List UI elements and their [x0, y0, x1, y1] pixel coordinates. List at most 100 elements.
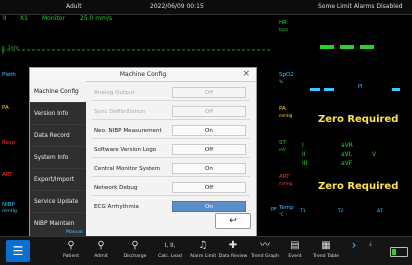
toolbar-calc-lead[interactable]: I, II, Calc. Lead	[154, 237, 186, 265]
art-param-unit: mmHg	[279, 181, 293, 186]
chevron-right-icon: ›	[351, 238, 357, 252]
toolbar-data-review-label: Data Review	[218, 254, 248, 259]
pleth-label[interactable]: Pleth	[2, 72, 16, 78]
software-version-logo-label: Software Version Logo	[94, 147, 157, 153]
st-lead-avr: aVR	[341, 142, 353, 149]
bell-icon: ♫	[198, 240, 208, 251]
battery-icon	[390, 247, 408, 257]
row-central-monitor: Central Monitor System On	[92, 162, 250, 177]
pa-param-unit: mmHg	[279, 113, 293, 118]
toolbar-next[interactable]: ›	[346, 237, 362, 265]
temp-unit: °C	[279, 212, 284, 217]
sidebar-item-data-record[interactable]: Data Record	[30, 125, 86, 147]
pi-label: PI	[358, 84, 363, 90]
back-arrow-icon: ↩	[229, 216, 237, 226]
t1-label: T1	[300, 209, 306, 214]
pf-label: PF	[271, 207, 277, 213]
st-lead-avl: aVL	[341, 151, 353, 158]
hr-value-placeholder	[320, 45, 374, 49]
manual-label: Manual	[66, 230, 83, 235]
pa-zero-required: Zero Required	[318, 114, 399, 125]
machine-config-dialog: Machine Config × Machine Config Version …	[29, 67, 257, 237]
toolbar-admit[interactable]: ⚲ Admit	[86, 237, 116, 265]
table-icon: ▦	[321, 240, 331, 251]
row-sync-defibrillation: Sync Defibrillation Off	[92, 105, 250, 120]
plus-icon: ✚	[228, 240, 238, 251]
row-analog-output: Analog Output Off	[92, 86, 250, 101]
st-lead-avf: aVF	[341, 160, 353, 167]
event-icon: ▤	[290, 240, 300, 251]
nibp-label[interactable]: NIBP	[2, 202, 15, 208]
ecg-waveform	[2, 46, 270, 54]
row-neo-nibp: Neo. NIBP Measurement On	[92, 124, 250, 139]
sidebar-item-machine-config[interactable]: Machine Config	[30, 81, 86, 103]
toolbar-patient[interactable]: ⚲ Patient	[56, 237, 86, 265]
toolbar-event[interactable]: ▤ Event	[282, 237, 308, 265]
calc-lead-icon: I, II,	[164, 242, 176, 249]
central-monitor-select[interactable]: On	[172, 163, 246, 174]
hr-unit: bpm	[279, 27, 288, 32]
sync-defibrillation-label: Sync Defibrillation	[94, 109, 146, 115]
art-zero-required: Zero Required	[318, 181, 399, 192]
sync-defibrillation-select[interactable]: Off	[172, 106, 246, 117]
spo2-unit: %	[279, 79, 283, 84]
toolbar-alarm-limit-label: Alarm Limit	[189, 254, 217, 259]
back-button[interactable]: ↩	[215, 213, 251, 229]
usb-icon: ⏚	[368, 242, 374, 248]
art-label[interactable]: ART	[2, 172, 13, 178]
discharge-icon: ⚲	[131, 240, 139, 251]
spo2-label[interactable]: SpO2	[279, 72, 294, 78]
ecg-arrhythmia-label: ECG Arrhythmia	[94, 204, 139, 210]
dialog-title: Machine Config	[30, 68, 256, 82]
status-bar: Adult 2022/06/09 00:15 Some Limit Alarms…	[0, 0, 412, 15]
st-unit: mV	[279, 147, 286, 152]
software-version-logo-select[interactable]: Off	[172, 144, 246, 155]
pa-label[interactable]: PA	[2, 105, 9, 111]
toolbar-data-review[interactable]: ✚ Data Review	[218, 237, 248, 265]
toolbar-discharge[interactable]: ⚲ Discharge	[118, 237, 152, 265]
pa-param-label[interactable]: PA	[279, 106, 286, 112]
row-network-debug: Network Debug Off	[92, 181, 250, 196]
network-debug-select[interactable]: Off	[172, 182, 246, 193]
analog-output-select[interactable]: Off	[172, 87, 246, 98]
patient-icon: ⚲	[67, 240, 75, 251]
sidebar-item-service-update[interactable]: Service Update	[30, 191, 86, 213]
toolbar-calc-lead-label: Calc. Lead	[158, 254, 182, 259]
art-param-label[interactable]: ART	[279, 174, 290, 180]
central-monitor-label: Central Monitor System	[94, 166, 161, 172]
date-time: 2022/06/09 00:15	[150, 3, 204, 10]
sidebar-item-export-import[interactable]: Export/Import	[30, 169, 86, 191]
temp-label[interactable]: Temp	[279, 205, 294, 211]
sidebar-item-system-info[interactable]: System Info	[30, 147, 86, 169]
hr-label[interactable]: HR	[279, 20, 287, 26]
toolbar-discharge-label: Discharge	[123, 254, 147, 259]
row-ecg-arrhythmia: ECG Arrhythmia On	[92, 200, 250, 214]
toolbar-trend-graph[interactable]: 〰 Trend Graph	[250, 237, 280, 265]
bottom-toolbar: ☰ ⚲ Patient ⚲ Admit ⚲ Discharge I, II, C…	[0, 236, 412, 265]
toolbar-trend-graph-label: Trend Graph	[250, 254, 280, 259]
close-icon[interactable]: ×	[242, 68, 250, 81]
t2-label: T2	[338, 209, 344, 214]
menu-button[interactable]: ☰	[6, 240, 30, 262]
nibp-unit: mmHg	[2, 209, 18, 214]
toolbar-admit-label: Admit	[94, 254, 108, 259]
admit-icon: ⚲	[97, 240, 105, 251]
toolbar-patient-label: Patient	[63, 254, 79, 259]
ecg-arrhythmia-select[interactable]: On	[172, 201, 246, 212]
dt-label: ΔT	[377, 209, 383, 214]
toolbar-trend-table-label: Trend Table	[313, 254, 339, 259]
st-lead-i: I	[302, 142, 304, 149]
neo-nibp-select[interactable]: On	[172, 125, 246, 136]
resp-label[interactable]: Resp	[2, 140, 15, 146]
sidebar-item-version-info[interactable]: Version Info	[30, 103, 86, 125]
st-lead-iii: III	[302, 160, 308, 167]
patient-type[interactable]: Adult	[66, 0, 82, 14]
st-lead-ii: II	[302, 151, 306, 158]
toolbar-trend-table[interactable]: ▦ Trend Table	[310, 237, 342, 265]
st-lead-v: V	[372, 151, 377, 158]
analog-output-label: Analog Output	[94, 90, 135, 96]
st-label[interactable]: ST	[279, 140, 286, 146]
neo-nibp-label: Neo. NIBP Measurement	[94, 128, 162, 134]
toolbar-alarm-limit[interactable]: ♫ Alarm Limit	[188, 237, 218, 265]
alarm-status[interactable]: Some Limit Alarms Disabled	[318, 0, 402, 14]
